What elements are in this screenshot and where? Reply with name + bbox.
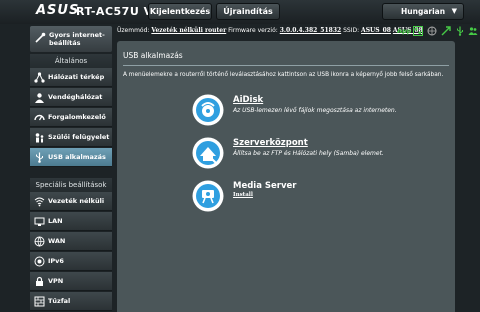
title-divider [123,65,449,66]
ssid-label: SSID: [343,27,360,34]
guest-network-icon [35,93,44,103]
wireless-icon [34,197,45,207]
install-link[interactable]: Install [233,192,253,198]
sidebar-item-vpn[interactable]: VPN [30,272,112,291]
wan-icon [34,236,45,247]
usb-status-icon[interactable] [455,26,465,36]
page-title: USB alkalmazás [123,51,183,60]
users-status-icon[interactable] [468,26,478,36]
mode-value[interactable]: Vezeték nélküli router [151,27,226,34]
sidebar-item-label: LAN [48,217,63,225]
reboot-button[interactable]: Újraindítás [216,3,280,20]
sidebar-item-label: Forgalomkezelő [48,113,106,121]
sidebar-item-firewall[interactable]: Tűzfal [30,292,112,311]
sidebar: Gyors internet-beállítás Általános Hálóz… [30,26,112,312]
sidebar-item-label: VPN [48,277,64,285]
sidebar-item-guest-network[interactable]: Vendéghálózat [30,88,112,107]
wand-icon [35,32,46,43]
sidebar-item-parental-control[interactable]: Szülői felügyelet [30,128,112,147]
traffic-manager-icon [34,114,45,121]
connection-status-icon[interactable] [441,26,451,36]
language-select[interactable]: Hungarian ▼ [382,3,464,20]
advanced-section-title: Speciális beállítások [30,178,112,192]
media-server-icon[interactable] [191,179,225,213]
ipv6-icon [34,256,45,267]
sidebar-item-ipv6[interactable]: IPv6 [30,252,112,271]
firewall-icon [34,296,45,307]
vpn-icon [36,276,43,286]
sidebar-item-label: Tűzfal [48,297,71,305]
sidebar-item-wan[interactable]: WAN [30,232,112,251]
app-description: Állítsa be az FTP és Hálózati hely (Samb… [233,150,384,157]
lan-icon [34,217,45,226]
status-bar: Üzemmód: Vezeték nélküli router Firmware… [117,24,480,38]
sidebar-item-traffic-manager[interactable]: Forgalomkezelő [30,108,112,127]
parental-control-icon [35,133,44,143]
sidebar-item-network-map[interactable]: Hálózati térkép [30,68,112,87]
sidebar-item-label: USB alkalmazás [48,153,106,161]
mode-label: Üzemmód: [117,27,150,34]
sidebar-item-label: Szülői felügyelet [48,133,110,141]
firmware-value[interactable]: 3.0.0.4.382_51832 [280,27,341,34]
sidebar-item-wireless[interactable]: Vezeték nélküli [30,192,112,211]
chevron-down-icon: ▼ [451,7,457,15]
internet-status-icon[interactable] [427,26,437,36]
quick-setup-button[interactable]: Gyors internet-beállítás [30,26,112,52]
sidebar-item-usb-application[interactable]: USB alkalmazás [30,148,112,167]
app-aidisk[interactable]: AiDisk Az USB-lemezen lévő fájlok megosz… [191,93,441,127]
top-bar: ASUS RT-AC57U V2 Kijelentkezés Újraindít… [0,0,480,24]
app-name[interactable]: AiDisk [233,95,263,105]
app-description: Az USB-lemezen lévő fájlok megosztása az… [233,107,397,114]
app-name: Media Server [233,181,297,191]
sidebar-item-label: Vendéghálózat [48,93,103,101]
network-map-icon [34,72,45,83]
language-value: Hungarian [401,7,446,16]
firmware-label: Firmware verzió: [228,27,278,34]
general-section-title: Általános [30,54,112,68]
main-panel: USB alkalmazás A menüelemekre a routerrő… [117,41,455,312]
app-link[interactable]: App [397,24,411,38]
sidebar-item-label: IPv6 [48,257,64,265]
usb-application-icon [36,152,43,163]
app-media-server[interactable]: Media Server Install [191,179,441,213]
qr-code-icon[interactable] [413,26,423,36]
quick-setup-label: Gyors internet-beállítás [49,31,105,47]
asus-logo: ASUS [36,3,80,18]
sidebar-item-label: Hálózati térkép [48,73,105,81]
app-server-center[interactable]: Szerverközpont Állítsa be az FTP és Háló… [191,136,441,170]
logout-button[interactable]: Kijelentkezés [148,3,212,20]
aidisk-icon[interactable] [191,93,225,127]
server-center-icon[interactable] [191,136,225,170]
page-description: A menüelemekre a routerről történő levál… [123,72,444,78]
sidebar-item-label: WAN [48,237,66,245]
ssid-2g-value[interactable]: ASUS_08 [361,27,391,34]
app-name[interactable]: Szerverközpont [233,138,308,148]
sidebar-item-label: Vezeték nélküli [48,197,105,205]
sidebar-item-lan[interactable]: LAN [30,212,112,231]
